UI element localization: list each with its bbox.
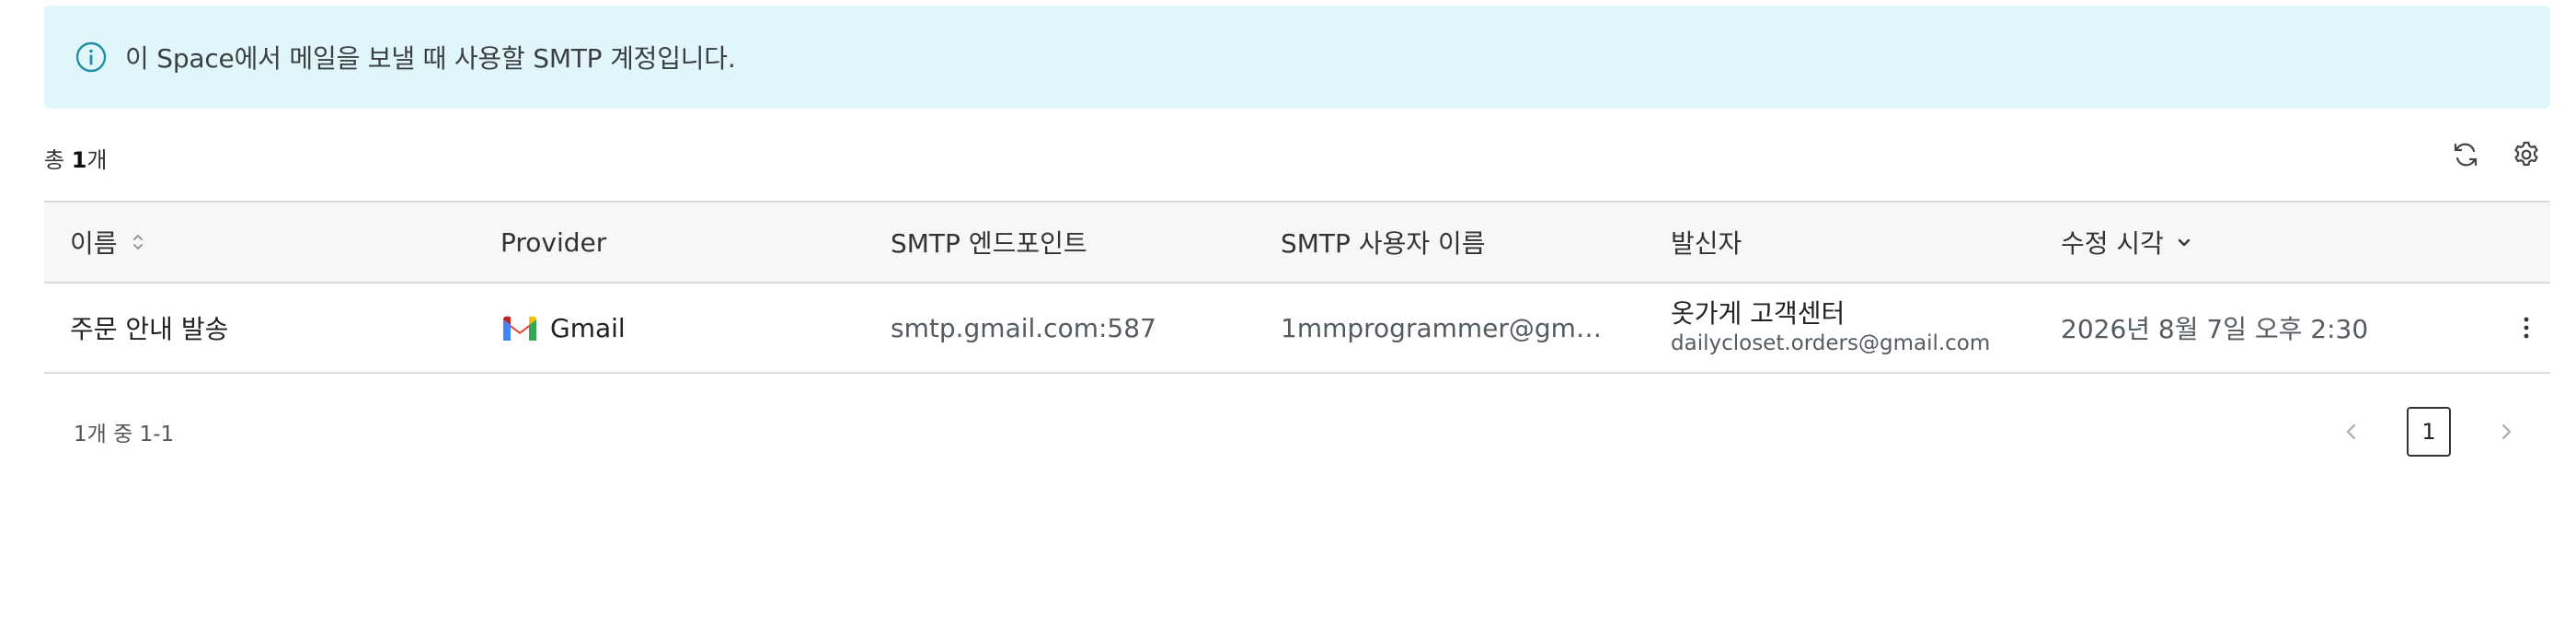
info-banner-text: 이 Space에서 메일을 보낼 때 사용할 SMTP 계정입니다.: [125, 43, 736, 74]
provider-name: Gmail: [550, 312, 626, 343]
table-header: 이름 Provider SMTP 엔드포인트 SMTP 사용자 이름 발신자 수…: [44, 203, 2550, 284]
gmail-icon: [500, 313, 539, 342]
chevron-right-icon: [2501, 423, 2512, 440]
total-count-prefix: 총: [44, 146, 72, 173]
toolbar-actions: [2449, 138, 2543, 171]
smtp-accounts-page: 이 Space에서 메일을 보낼 때 사용할 SMTP 계정입니다. 총 1개: [44, 6, 2550, 490]
cell-endpoint: smtp.gmail.com:587: [891, 312, 1156, 343]
cell-name: 주문 안내 발송: [70, 314, 229, 344]
info-icon: [75, 41, 107, 73]
column-header-label: SMTP 사용자 이름: [1281, 228, 1486, 259]
column-header-label: 이름: [70, 228, 118, 259]
column-header-provider: Provider: [475, 227, 865, 258]
total-count-suffix: 개: [86, 146, 108, 173]
sort-both-icon[interactable]: [129, 231, 147, 253]
column-header-sender: 발신자: [1645, 224, 2035, 261]
column-header-label: 발신자: [1671, 228, 1742, 259]
column-header-modified[interactable]: 수정 시각: [2035, 224, 2477, 261]
table-row[interactable]: 주문 안내 발송 Gmail smtp.gmail.com:587 1mmpro…: [44, 284, 2550, 374]
refresh-icon: [2454, 143, 2478, 167]
page-number-button[interactable]: 1: [2407, 407, 2451, 457]
cell-provider: Gmail: [475, 313, 865, 343]
cell-username: 1mmprogrammer@gmail.com: [1281, 312, 1645, 343]
column-header-username: SMTP 사용자 이름: [1255, 224, 1645, 261]
cell-sender: 옷가게 고객센터 dailycloset.orders@gmail.com: [1645, 298, 2035, 357]
column-header-label: SMTP 엔드포인트: [891, 228, 1087, 259]
table-toolbar: 총 1개: [44, 109, 2550, 201]
column-header-label: Provider: [500, 226, 607, 258]
sender-email: dailycloset.orders@gmail.com: [1671, 331, 1991, 355]
table-footer: 1개 중 1-1 1: [44, 374, 2550, 490]
column-header-endpoint: SMTP 엔드포인트: [865, 224, 1255, 261]
sender-name: 옷가게 고객센터: [1671, 298, 1846, 329]
cell-modified: 2026년 8월 7일 오후 2:30: [2061, 314, 2369, 344]
info-banner: 이 Space에서 메일을 보낼 때 사용할 SMTP 계정입니다.: [44, 6, 2550, 109]
prev-page-button[interactable]: [2339, 419, 2364, 445]
column-header-label: 수정 시각: [2061, 228, 2164, 259]
pagination: 1: [2339, 407, 2519, 457]
refresh-button[interactable]: [2449, 138, 2482, 171]
column-header-name[interactable]: 이름: [44, 224, 475, 261]
row-more-button[interactable]: [2477, 316, 2550, 340]
total-count-value: 1: [71, 146, 87, 173]
total-count: 총 1개: [44, 142, 108, 174]
pagination-range: 1개 중 1-1: [74, 423, 175, 446]
settings-button[interactable]: [2510, 138, 2543, 171]
gear-icon: [2514, 141, 2538, 167]
more-vertical-icon: [2524, 317, 2529, 339]
provider: Gmail: [500, 313, 865, 343]
sort-desc-icon[interactable]: [2175, 231, 2193, 253]
smtp-accounts-table: 이름 Provider SMTP 엔드포인트 SMTP 사용자 이름 발신자 수…: [44, 201, 2550, 374]
chevron-left-icon: [2346, 423, 2356, 440]
next-page-button[interactable]: [2493, 419, 2519, 445]
